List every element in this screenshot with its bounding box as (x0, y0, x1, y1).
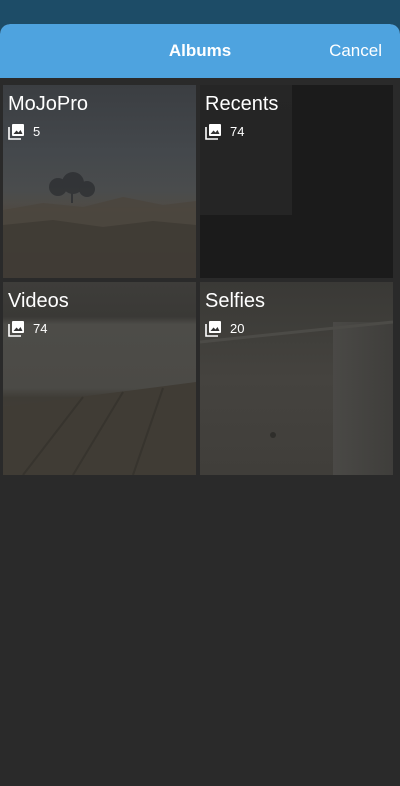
album-count-row: 5 (8, 123, 40, 140)
album-tile-videos[interactable]: Videos 74 (3, 282, 196, 475)
photo-library-icon (205, 321, 221, 337)
album-name: MoJoPro (8, 93, 89, 115)
cancel-button[interactable]: Cancel (329, 41, 382, 61)
nav-bar: Albums Cancel (0, 24, 400, 78)
album-count-row: 20 (205, 320, 244, 337)
photo-library-icon (8, 124, 24, 140)
album-count-row: 74 (205, 123, 244, 140)
album-count: 20 (230, 321, 245, 336)
album-name: Videos (8, 290, 69, 312)
album-tile-mojopro[interactable]: MoJoPro 5 (3, 85, 196, 278)
album-tile-selfies[interactable]: Selfies 20 (200, 282, 393, 475)
album-name: Recents (205, 93, 279, 115)
photo-library-icon (8, 321, 24, 337)
albums-sheet: Albums Cancel MoJoPro 5 Recents 74 Video… (0, 24, 400, 786)
photo-library-icon (205, 124, 221, 140)
album-tile-recents[interactable]: Recents 74 (200, 85, 393, 278)
album-count: 74 (33, 321, 48, 336)
album-count: 5 (33, 124, 41, 139)
album-name: Selfies (205, 290, 266, 312)
album-count-row: 74 (8, 320, 47, 337)
album-count: 74 (230, 124, 245, 139)
